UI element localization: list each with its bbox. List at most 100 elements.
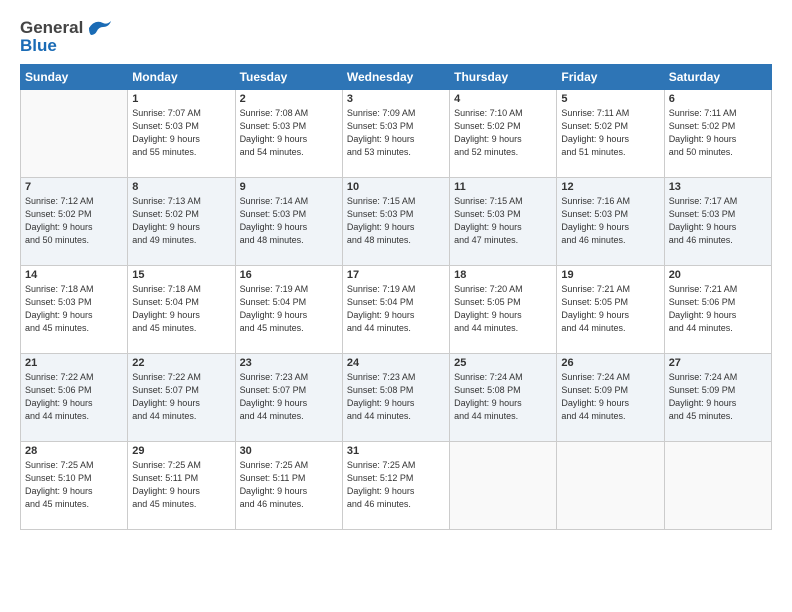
calendar-cell: 12 Sunrise: 7:16 AM Sunset: 5:03 PM Dayli…	[557, 178, 664, 266]
day-info: Sunrise: 7:24 AM Sunset: 5:08 PM Dayligh…	[454, 371, 552, 423]
day-info: Sunrise: 7:24 AM Sunset: 5:09 PM Dayligh…	[669, 371, 767, 423]
calendar-cell: 22 Sunrise: 7:22 AM Sunset: 5:07 PM Dayli…	[128, 354, 235, 442]
calendar-cell: 24 Sunrise: 7:23 AM Sunset: 5:08 PM Dayli…	[342, 354, 449, 442]
calendar-week-row: 7 Sunrise: 7:12 AM Sunset: 5:02 PM Daylig…	[21, 178, 772, 266]
calendar-cell: 23Sunrise: 7:23 AM Sunset: 5:07 PM Dayli…	[235, 354, 342, 442]
calendar-cell: 9 Sunrise: 7:14 AM Sunset: 5:03 PM Daylig…	[235, 178, 342, 266]
day-info: Sunrise: 7:22 AM Sunset: 5:06 PM Dayligh…	[25, 371, 123, 423]
day-info: Sunrise: 7:11 AM Sunset: 5:02 PM Dayligh…	[669, 107, 767, 159]
day-info: Sunrise: 7:20 AM Sunset: 5:05 PM Dayligh…	[454, 283, 552, 335]
calendar-cell: 15 Sunrise: 7:18 AM Sunset: 5:04 PM Dayli…	[128, 266, 235, 354]
calendar-cell: 18 Sunrise: 7:20 AM Sunset: 5:05 PM Dayli…	[450, 266, 557, 354]
day-number: 8	[132, 181, 230, 193]
weekday-header: Monday	[128, 65, 235, 90]
calendar-week-row: 21 Sunrise: 7:22 AM Sunset: 5:06 PM Dayli…	[21, 354, 772, 442]
calendar-cell: 11 Sunrise: 7:15 AM Sunset: 5:03 PM Dayli…	[450, 178, 557, 266]
day-number: 16	[240, 269, 338, 281]
day-info: Sunrise: 7:25 AM Sunset: 5:11 PM Dayligh…	[132, 459, 230, 511]
day-number: 4	[454, 93, 552, 105]
day-info: Sunrise: 7:23 AM Sunset: 5:08 PM Dayligh…	[347, 371, 445, 423]
day-info: Sunrise: 7:21 AM Sunset: 5:06 PM Dayligh…	[669, 283, 767, 335]
calendar-cell: 4 Sunrise: 7:10 AM Sunset: 5:02 PM Daylig…	[450, 90, 557, 178]
calendar-cell: 2Sunrise: 7:08 AM Sunset: 5:03 PM Daylig…	[235, 90, 342, 178]
weekday-header: Saturday	[664, 65, 771, 90]
day-number: 29	[132, 445, 230, 457]
calendar-cell	[664, 442, 771, 530]
calendar-cell: 19 Sunrise: 7:21 AM Sunset: 5:05 PM Dayli…	[557, 266, 664, 354]
day-info: Sunrise: 7:14 AM Sunset: 5:03 PM Dayligh…	[240, 195, 338, 247]
day-number: 6	[669, 93, 767, 105]
day-info: Sunrise: 7:18 AM Sunset: 5:04 PM Dayligh…	[132, 283, 230, 335]
day-info: Sunrise: 7:15 AM Sunset: 5:03 PM Dayligh…	[347, 195, 445, 247]
logo: General Blue	[20, 18, 113, 56]
calendar-cell: 7 Sunrise: 7:12 AM Sunset: 5:02 PM Daylig…	[21, 178, 128, 266]
calendar-cell: 20Sunrise: 7:21 AM Sunset: 5:06 PM Dayli…	[664, 266, 771, 354]
day-number: 1	[132, 93, 230, 105]
calendar-cell: 25 Sunrise: 7:24 AM Sunset: 5:08 PM Dayli…	[450, 354, 557, 442]
day-info: Sunrise: 7:10 AM Sunset: 5:02 PM Dayligh…	[454, 107, 552, 159]
calendar-week-row: 28 Sunrise: 7:25 AM Sunset: 5:10 PM Dayli…	[21, 442, 772, 530]
page: General Blue SundayMondayTuesdayWednesda…	[0, 0, 792, 612]
day-info: Sunrise: 7:25 AM Sunset: 5:10 PM Dayligh…	[25, 459, 123, 511]
day-number: 7	[25, 181, 123, 193]
weekday-header: Thursday	[450, 65, 557, 90]
day-number: 10	[347, 181, 445, 193]
day-info: Sunrise: 7:19 AM Sunset: 5:04 PM Dayligh…	[240, 283, 338, 335]
calendar-cell	[557, 442, 664, 530]
day-number: 11	[454, 181, 552, 193]
day-number: 31	[347, 445, 445, 457]
day-info: Sunrise: 7:23 AM Sunset: 5:07 PM Dayligh…	[240, 371, 338, 423]
day-info: Sunrise: 7:19 AM Sunset: 5:04 PM Dayligh…	[347, 283, 445, 335]
calendar-cell: 8 Sunrise: 7:13 AM Sunset: 5:02 PM Daylig…	[128, 178, 235, 266]
day-number: 22	[132, 357, 230, 369]
day-number: 12	[561, 181, 659, 193]
day-number: 27	[669, 357, 767, 369]
calendar-cell: 17 Sunrise: 7:19 AM Sunset: 5:04 PM Dayli…	[342, 266, 449, 354]
day-number: 3	[347, 93, 445, 105]
day-number: 26	[561, 357, 659, 369]
calendar-cell: 29 Sunrise: 7:25 AM Sunset: 5:11 PM Dayli…	[128, 442, 235, 530]
calendar-cell	[450, 442, 557, 530]
day-number: 24	[347, 357, 445, 369]
calendar-cell: 1 Sunrise: 7:07 AM Sunset: 5:03 PM Daylig…	[128, 90, 235, 178]
day-number: 19	[561, 269, 659, 281]
weekday-header: Friday	[557, 65, 664, 90]
day-number: 25	[454, 357, 552, 369]
day-info: Sunrise: 7:17 AM Sunset: 5:03 PM Dayligh…	[669, 195, 767, 247]
calendar-cell: 14 Sunrise: 7:18 AM Sunset: 5:03 PM Dayli…	[21, 266, 128, 354]
calendar-table: SundayMondayTuesdayWednesdayThursdayFrid…	[20, 64, 772, 530]
calendar-cell: 16 Sunrise: 7:19 AM Sunset: 5:04 PM Dayli…	[235, 266, 342, 354]
day-number: 30	[240, 445, 338, 457]
day-info: Sunrise: 7:15 AM Sunset: 5:03 PM Dayligh…	[454, 195, 552, 247]
calendar-cell: 28 Sunrise: 7:25 AM Sunset: 5:10 PM Dayli…	[21, 442, 128, 530]
day-number: 17	[347, 269, 445, 281]
day-number: 21	[25, 357, 123, 369]
calendar-cell: 13Sunrise: 7:17 AM Sunset: 5:03 PM Dayli…	[664, 178, 771, 266]
calendar-cell: 30 Sunrise: 7:25 AM Sunset: 5:11 PM Dayli…	[235, 442, 342, 530]
day-number: 18	[454, 269, 552, 281]
calendar-cell: 21 Sunrise: 7:22 AM Sunset: 5:06 PM Dayli…	[21, 354, 128, 442]
day-info: Sunrise: 7:16 AM Sunset: 5:03 PM Dayligh…	[561, 195, 659, 247]
day-info: Sunrise: 7:07 AM Sunset: 5:03 PM Dayligh…	[132, 107, 230, 159]
day-info: Sunrise: 7:12 AM Sunset: 5:02 PM Dayligh…	[25, 195, 123, 247]
logo-general-text: General	[20, 18, 83, 38]
day-number: 28	[25, 445, 123, 457]
day-info: Sunrise: 7:21 AM Sunset: 5:05 PM Dayligh…	[561, 283, 659, 335]
calendar-cell: 31Sunrise: 7:25 AM Sunset: 5:12 PM Dayli…	[342, 442, 449, 530]
day-info: Sunrise: 7:25 AM Sunset: 5:11 PM Dayligh…	[240, 459, 338, 511]
day-info: Sunrise: 7:22 AM Sunset: 5:07 PM Dayligh…	[132, 371, 230, 423]
calendar-cell	[21, 90, 128, 178]
header: General Blue	[20, 18, 772, 56]
logo-bird-icon	[87, 19, 113, 37]
calendar-cell: 26 Sunrise: 7:24 AM Sunset: 5:09 PM Dayli…	[557, 354, 664, 442]
day-info: Sunrise: 7:18 AM Sunset: 5:03 PM Dayligh…	[25, 283, 123, 335]
calendar-week-row: 1 Sunrise: 7:07 AM Sunset: 5:03 PM Daylig…	[21, 90, 772, 178]
day-number: 15	[132, 269, 230, 281]
day-info: Sunrise: 7:24 AM Sunset: 5:09 PM Dayligh…	[561, 371, 659, 423]
calendar-cell: 10 Sunrise: 7:15 AM Sunset: 5:03 PM Dayli…	[342, 178, 449, 266]
calendar-header-row: SundayMondayTuesdayWednesdayThursdayFrid…	[21, 65, 772, 90]
day-info: Sunrise: 7:08 AM Sunset: 5:03 PM Dayligh…	[240, 107, 338, 159]
day-number: 9	[240, 181, 338, 193]
day-info: Sunrise: 7:13 AM Sunset: 5:02 PM Dayligh…	[132, 195, 230, 247]
day-number: 14	[25, 269, 123, 281]
